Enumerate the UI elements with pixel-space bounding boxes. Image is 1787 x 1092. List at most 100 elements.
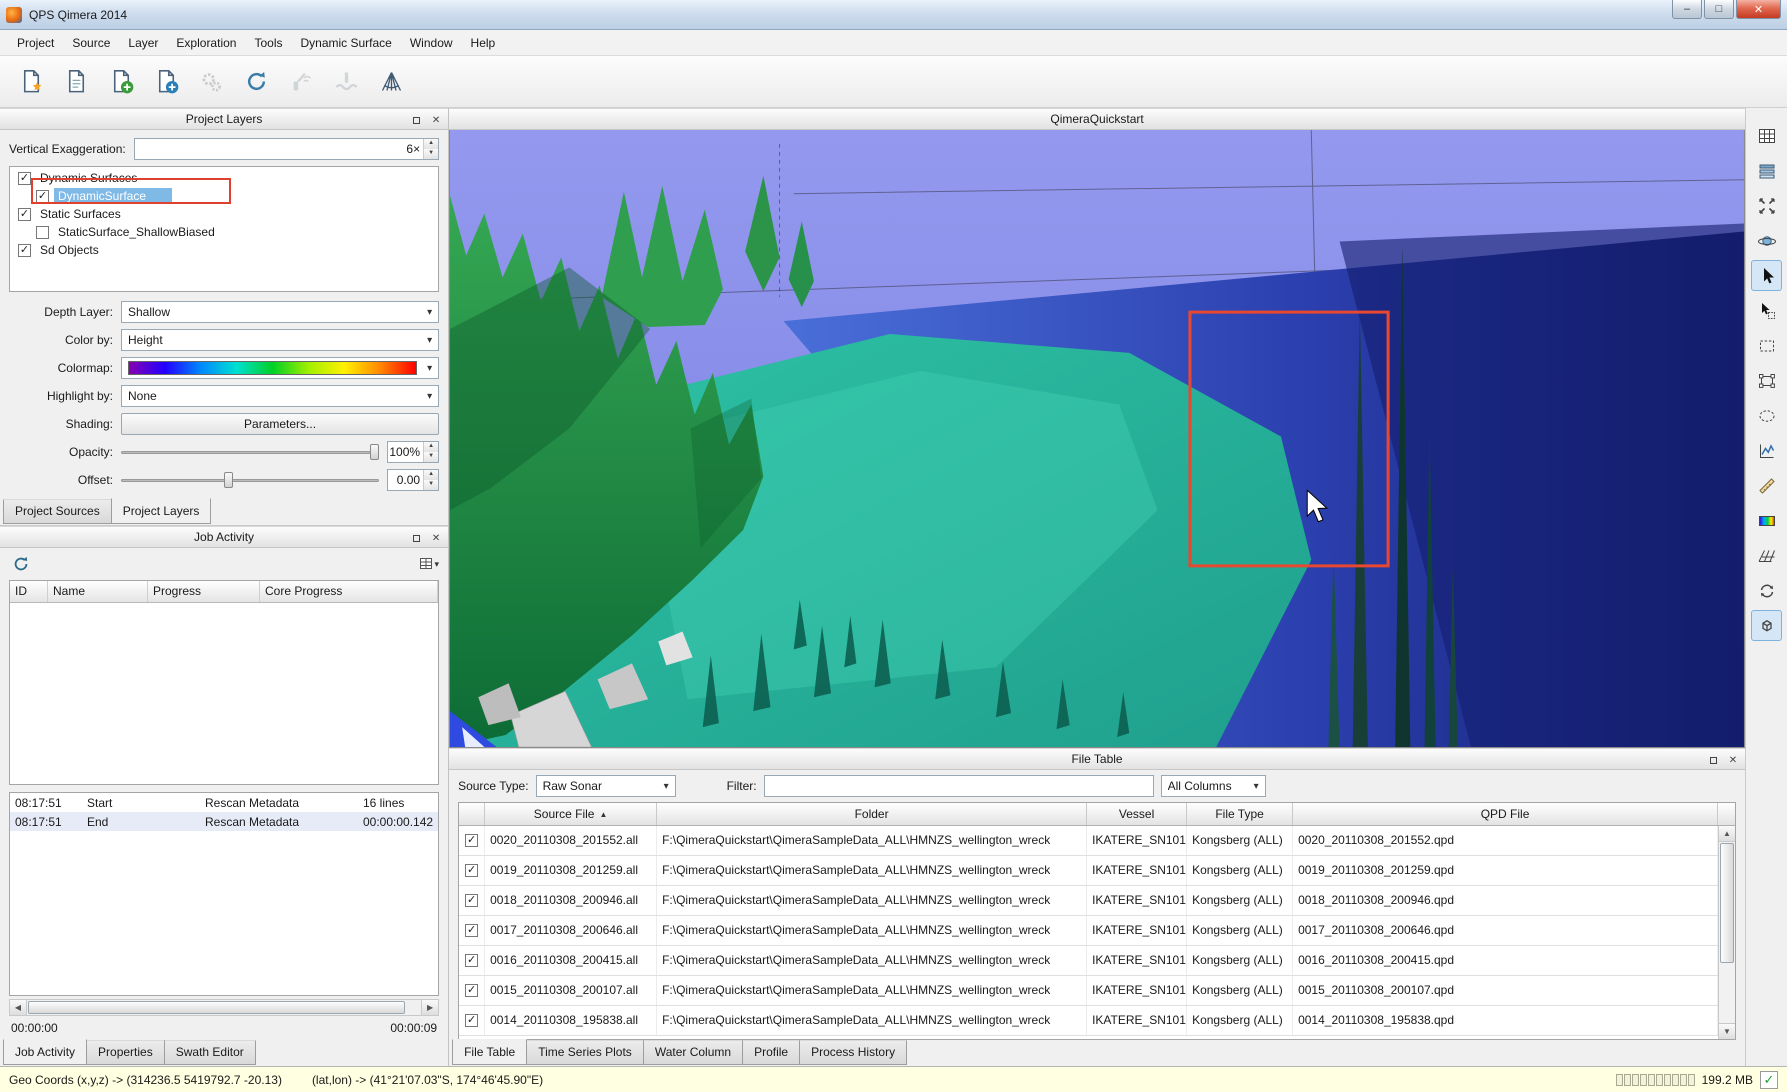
column-header-qpd-file[interactable]: QPD File [1293,803,1718,825]
add-raw-files-icon[interactable] [100,61,142,103]
file-table-vscrollbar[interactable]: ▲ ▼ [1718,826,1735,1039]
menu-window[interactable]: Window [401,32,462,54]
columns-filter-select[interactable]: All Columns ▾ [1161,775,1266,797]
scroll-up-icon[interactable]: ▲ [1719,826,1735,842]
job-column-name[interactable]: Name [48,581,148,602]
tab-properties[interactable]: Properties [86,1040,165,1065]
float-dock-icon[interactable] [408,112,424,128]
scrollbar-thumb[interactable] [1720,843,1734,963]
tab-swath-editor[interactable]: Swath Editor [164,1040,256,1065]
close-dock-icon[interactable]: ✕ [428,112,444,128]
spinner-arrows-icon[interactable]: ▲▼ [423,442,438,462]
3d-scene-view[interactable] [449,130,1745,748]
vertical-exaggeration-spinner[interactable]: 6× ▲▼ [134,138,439,160]
menu-project[interactable]: Project [8,32,63,54]
job-activity-header[interactable]: Job Activity ✕ [0,526,448,548]
select-rect-icon[interactable] [1751,330,1782,361]
column-header-source-file[interactable]: Source File▲ [485,803,657,825]
file-table-row[interactable]: ✓0017_20110308_200646.allF:\QimeraQuicks… [459,916,1718,946]
checkbox-icon[interactable]: ✓ [465,864,478,877]
job-log-row[interactable]: 08:17:51EndRescan Metadata00:00:00.142 [10,812,438,831]
zoom-extent-icon[interactable] [1751,190,1782,221]
colormap-select[interactable]: ▾ [121,357,439,379]
offset-spinner[interactable]: 0.00 ▲▼ [387,469,439,491]
float-dock-icon[interactable] [1705,752,1721,768]
maximize-button[interactable]: □ [1704,0,1734,19]
file-table-row[interactable]: ✓0016_20110308_200415.allF:\QimeraQuicks… [459,946,1718,976]
layer-tree-item[interactable]: StaticSurface_ShallowBiased [10,223,438,241]
checkbox-icon[interactable]: ✓ [465,924,478,937]
status-ok-icon[interactable]: ✓ [1760,1071,1778,1089]
shading-parameters-button[interactable]: Parameters... [121,413,439,435]
select-cursor-icon[interactable] [1751,260,1782,291]
layer-tree-item[interactable]: ✓Static Surfaces [10,205,438,223]
orbit-view-icon[interactable] [1751,225,1782,256]
file-table-row[interactable]: ✓0019_20110308_201259.allF:\QimeraQuicks… [459,856,1718,886]
layer-tree-item[interactable]: ✓Dynamic Surfaces [10,169,438,187]
scroll-left-icon[interactable]: ◀ [10,1000,27,1015]
close-dock-icon[interactable]: ✕ [1725,752,1741,768]
checkbox-icon[interactable]: ✓ [465,834,478,847]
colormap-tool-icon[interactable] [1751,505,1782,536]
close-button[interactable]: ✕ [1736,0,1781,19]
view-3d-icon[interactable] [1751,610,1782,641]
checkbox-icon[interactable]: ✓ [18,244,31,257]
job-column-id[interactable]: ID [10,581,48,602]
spinner-arrows-icon[interactable]: ▲▼ [423,470,438,490]
minimize-button[interactable]: – [1672,0,1702,19]
offset-slider[interactable] [121,470,379,490]
menu-help[interactable]: Help [462,32,505,54]
checkbox-icon[interactable]: ✓ [465,894,478,907]
job-log-list[interactable]: 08:17:51StartRescan Metadata16 lines08:1… [9,792,439,996]
rotate-scene-icon[interactable] [1751,575,1782,606]
tab-process-history[interactable]: Process History [799,1040,907,1065]
opacity-spinner[interactable]: 100% ▲▼ [387,441,439,463]
layer-tree-item[interactable]: ✓Sd Objects [10,241,438,259]
checkbox-icon[interactable] [36,226,49,239]
layer-tree[interactable]: ✓Dynamic Surfaces✓DynamicSurface✓Static … [9,166,439,292]
scrollbar-thumb[interactable] [28,1001,405,1014]
layers-view-icon[interactable] [1751,155,1782,186]
job-column-progress[interactable]: Progress [148,581,260,602]
menu-layer[interactable]: Layer [119,32,167,54]
measure-tool-icon[interactable] [1751,470,1782,501]
tab-water-column[interactable]: Water Column [643,1040,743,1065]
color-by-select[interactable]: Height ▾ [121,329,439,351]
checkbox-icon[interactable]: ✓ [465,954,478,967]
scroll-down-icon[interactable]: ▼ [1719,1023,1735,1039]
profile-tool-icon[interactable] [1751,435,1782,466]
select-ellipse-icon[interactable] [1751,400,1782,431]
refresh-jobs-icon[interactable] [8,551,34,577]
job-column-core-progress[interactable]: Core Progress [260,581,438,602]
select-area-icon[interactable] [1751,365,1782,396]
column-header-folder[interactable]: Folder [657,803,1087,825]
file-table-row[interactable]: ✓0014_20110308_195838.allF:\QimeraQuicks… [459,1006,1718,1036]
checkbox-icon[interactable]: ✓ [465,1014,478,1027]
menu-dynamic-surface[interactable]: Dynamic Surface [291,32,400,54]
tab-job-activity[interactable]: Job Activity [3,1039,87,1065]
job-log-hscrollbar[interactable]: ◀ ▶ [9,999,439,1016]
file-table-row[interactable]: ✓0015_20110308_200107.allF:\QimeraQuicks… [459,976,1718,1006]
tab-project-layers[interactable]: Project Layers [111,498,212,524]
file-table-header[interactable]: File Table ✕ [449,748,1745,770]
tab-project-sources[interactable]: Project Sources [3,499,112,524]
opacity-slider[interactable] [121,442,379,462]
surface-grid-icon[interactable] [1751,540,1782,571]
source-type-select[interactable]: Raw Sonar ▾ [536,775,676,797]
project-layers-header[interactable]: Project Layers ✕ [0,108,448,130]
file-table-row[interactable]: ✓0018_20110308_200946.allF:\QimeraQuicks… [459,886,1718,916]
add-processed-files-icon[interactable] [145,61,187,103]
filter-input[interactable] [764,775,1154,797]
job-table-menu-button[interactable]: ▾ [417,551,441,577]
jobs-table-body[interactable] [10,603,438,784]
swath-editor-icon[interactable] [370,61,412,103]
pick-cursor-icon[interactable] [1751,295,1782,326]
new-project-icon[interactable] [10,61,52,103]
column-header-vessel[interactable]: Vessel [1087,803,1187,825]
menu-exploration[interactable]: Exploration [167,32,245,54]
scroll-right-icon[interactable]: ▶ [421,1000,438,1015]
spinner-arrows-icon[interactable]: ▲▼ [423,139,438,159]
depth-layer-select[interactable]: Shallow ▾ [121,301,439,323]
viewport-header[interactable]: QimeraQuickstart [449,108,1745,130]
checkbox-icon[interactable]: ✓ [18,172,31,185]
